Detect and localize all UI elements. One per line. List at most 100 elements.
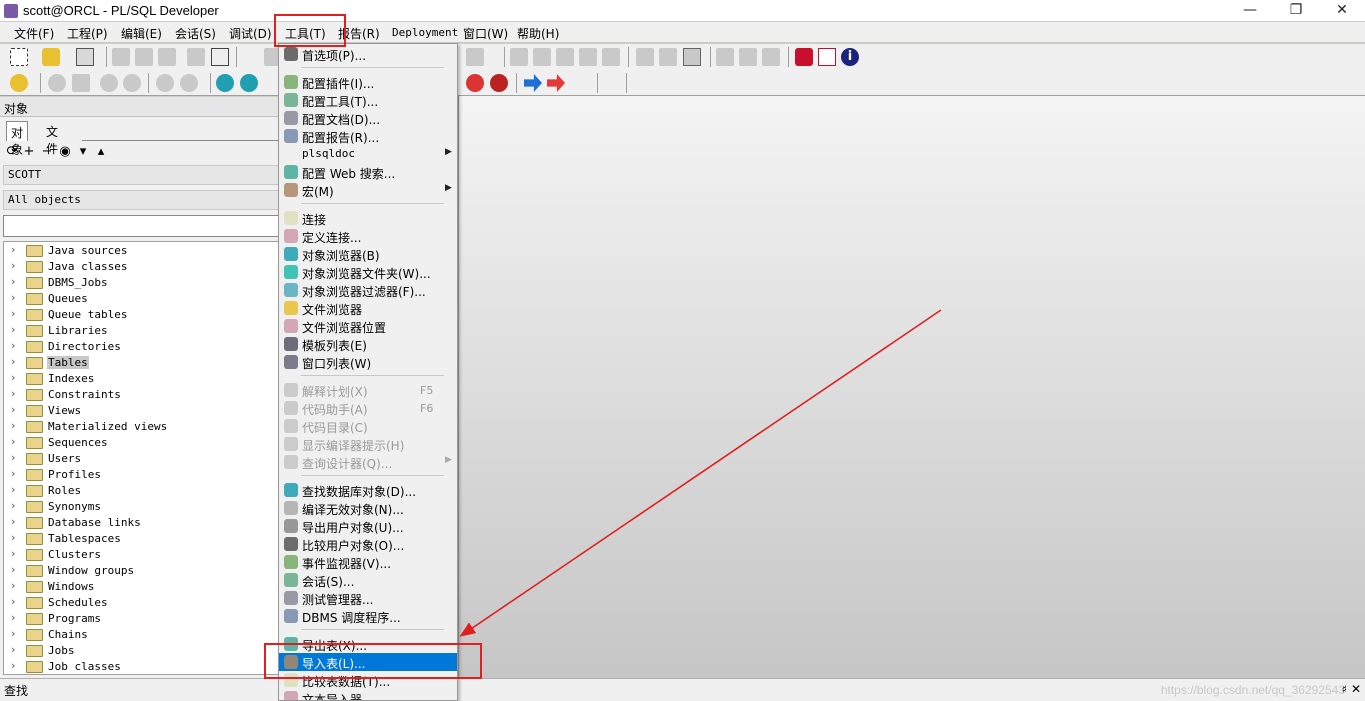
save-all-icon[interactable] <box>135 48 153 66</box>
menu-item[interactable]: 事件监视器(V)... <box>279 553 457 571</box>
add-icon[interactable]: + <box>21 144 37 159</box>
menu-reports[interactable]: 报告(R) <box>338 25 380 42</box>
indent-icon[interactable] <box>510 48 528 66</box>
tab-objects[interactable]: 对象 <box>6 121 29 157</box>
tree-node[interactable]: › Sequences <box>4 435 280 451</box>
expand-icon[interactable]: › <box>11 259 15 272</box>
tree-node[interactable]: › Tables <box>4 355 280 371</box>
filter-edit-icon[interactable]: ▴ <box>93 144 109 159</box>
tab-files[interactable]: 文件 <box>42 121 62 156</box>
expand-icon[interactable]: › <box>11 467 15 480</box>
comment-icon[interactable] <box>556 48 574 66</box>
tree-node[interactable]: › Window groups <box>4 563 280 579</box>
menu-item[interactable]: 编译无效对象(N)... <box>279 499 457 517</box>
breakpoint-icon[interactable] <box>466 74 484 92</box>
menu-item[interactable]: 对象浏览器(B) <box>279 245 457 263</box>
object-browser-icon[interactable] <box>216 74 234 92</box>
key-icon[interactable] <box>10 74 28 92</box>
info-icon[interactable]: i <box>841 48 859 66</box>
pdf-icon[interactable] <box>818 48 836 66</box>
minimize-button[interactable]: — <box>1227 0 1273 22</box>
tree-node[interactable]: › Materialized views <box>4 419 280 435</box>
open-icon[interactable] <box>42 48 60 66</box>
oracle-icon[interactable] <box>795 48 813 66</box>
new-icon[interactable] <box>10 48 28 66</box>
printer-icon[interactable] <box>211 48 229 66</box>
tree-node[interactable]: › Windows <box>4 579 280 595</box>
expand-icon[interactable]: › <box>11 547 15 560</box>
tree-node[interactable]: › Programs <box>4 611 280 627</box>
tree-node[interactable]: › Indexes <box>4 371 280 387</box>
cascade-icon[interactable] <box>716 48 734 66</box>
menu-project[interactable]: 工程(P) <box>67 25 108 42</box>
find-binoculars-icon[interactable]: ◉ <box>57 144 73 159</box>
menu-item[interactable]: plsqldoc ▶ <box>279 145 457 163</box>
menu-item[interactable]: 文本导入器 <box>279 689 457 700</box>
menu-debug[interactable]: 调试(D) <box>229 25 272 42</box>
menu-tools[interactable]: 工具(T) <box>285 25 326 42</box>
tree-node[interactable]: › Profiles <box>4 467 280 483</box>
menu-session[interactable]: 会话(S) <box>175 25 216 42</box>
tree-node[interactable]: › Clusters <box>4 547 280 563</box>
menu-item[interactable]: 对象浏览器过滤器(F)... <box>279 281 457 299</box>
expand-icon[interactable]: › <box>11 323 15 336</box>
tree-node[interactable]: › Database links <box>4 515 280 531</box>
uppercase-icon[interactable] <box>602 48 620 66</box>
tile-horizontal-icon[interactable] <box>739 48 757 66</box>
object-tree[interactable]: › Java sources › Java classes › DBMS_Jobs › Que… <box>3 241 283 675</box>
tree-node[interactable]: › Schedules <box>4 595 280 611</box>
menu-item[interactable]: 代码助手(A) F6 <box>279 399 457 417</box>
tree-node[interactable]: › Directories <box>4 339 280 355</box>
expand-icon[interactable]: › <box>11 579 15 592</box>
find-icon[interactable] <box>636 48 654 66</box>
compile-icon[interactable] <box>72 74 90 92</box>
tree-node[interactable]: › Chains <box>4 627 280 643</box>
expand-icon[interactable]: › <box>11 515 15 528</box>
expand-icon[interactable]: › <box>11 387 15 400</box>
screenshot-icon[interactable] <box>683 48 701 66</box>
menu-item[interactable]: 导出表(X)... <box>279 635 457 653</box>
menu-item[interactable]: 文件浏览器位置 <box>279 317 457 335</box>
gear-icon[interactable] <box>48 74 66 92</box>
arrow-right-blue-icon[interactable] <box>524 74 542 92</box>
menu-item[interactable]: 查找数据库对象(D)... <box>279 481 457 499</box>
expand-icon[interactable]: › <box>11 451 15 464</box>
tile-vertical-icon[interactable] <box>762 48 780 66</box>
expand-icon[interactable]: › <box>11 419 15 432</box>
tree-node[interactable]: › Libraries <box>4 323 280 339</box>
tree-node[interactable]: › Users <box>4 451 280 467</box>
expand-icon[interactable]: › <box>11 435 15 448</box>
unindent-icon[interactable] <box>533 48 551 66</box>
expand-icon[interactable]: › <box>11 563 15 576</box>
menu-item[interactable]: DBMS 调度程序... <box>279 607 457 625</box>
menu-item[interactable]: 配置 Web 搜索... <box>279 163 457 181</box>
print-icon[interactable] <box>76 48 94 66</box>
scope-combo[interactable]: All objects <box>3 190 281 210</box>
uncomment-icon[interactable] <box>579 48 597 66</box>
menu-item[interactable]: 查询设计器(Q)... ▶ <box>279 453 457 471</box>
menu-item[interactable]: 解释计划(X) F5 <box>279 381 457 399</box>
menu-item[interactable]: 配置插件(I)... <box>279 73 457 91</box>
tree-node[interactable]: › Java classes <box>4 259 280 275</box>
menu-help[interactable]: 帮助(H) <box>517 25 559 42</box>
tree-node[interactable]: › Jobs <box>4 643 280 659</box>
expand-icon[interactable]: › <box>11 355 15 368</box>
menu-item[interactable]: 连接 <box>279 209 457 227</box>
tree-node[interactable]: › Tablespaces <box>4 531 280 547</box>
expand-icon[interactable]: › <box>11 403 15 416</box>
menu-item[interactable]: 模板列表(E) <box>279 335 457 353</box>
menu-item[interactable]: 文件浏览器 <box>279 299 457 317</box>
menu-file[interactable]: 文件(F) <box>14 25 54 42</box>
remove-icon[interactable]: − <box>39 144 55 159</box>
arrow-right-red-icon[interactable] <box>547 74 565 92</box>
menu-item[interactable]: 导入表(L)... <box>279 653 457 671</box>
expand-icon[interactable]: › <box>11 483 15 496</box>
tree-node[interactable]: › Constraints <box>4 387 280 403</box>
expand-icon[interactable]: › <box>11 243 15 256</box>
expand-icon[interactable]: › <box>11 275 15 288</box>
menu-edit[interactable]: 编辑(E) <box>121 25 162 42</box>
filter-icon[interactable]: ▾ <box>75 144 91 159</box>
menu-item[interactable]: 配置工具(T)... <box>279 91 457 109</box>
tree-node[interactable]: › Roles <box>4 483 280 499</box>
menu-item[interactable]: 窗口列表(W) <box>279 353 457 371</box>
